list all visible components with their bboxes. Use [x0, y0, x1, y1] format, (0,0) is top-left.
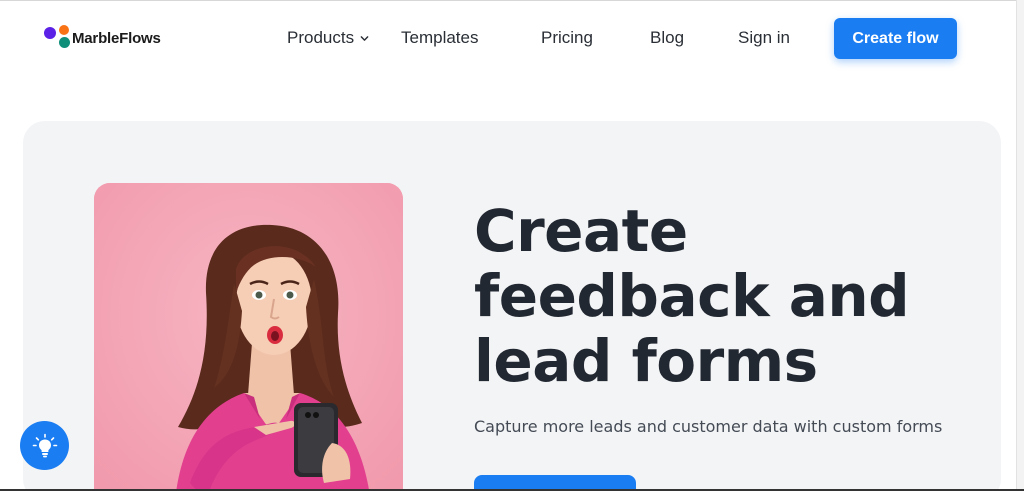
headline-line-2: feedback and [474, 262, 910, 330]
chevron-down-icon [360, 35, 369, 41]
window-scrollbar-track[interactable] [1016, 0, 1024, 491]
nav-sign-in[interactable]: Sign in [738, 28, 790, 48]
lightbulb-icon [32, 433, 57, 457]
nav-templates[interactable]: Templates [401, 28, 478, 48]
brand-name: MarbleFlows [72, 29, 161, 47]
hero-subheadline: Capture more leads and customer data wit… [474, 417, 943, 436]
create-flow-button[interactable]: Create flow [834, 18, 957, 59]
headline-line-1: Create [474, 197, 688, 265]
hero-section: Create feedback and lead forms Capture m… [23, 121, 1001, 491]
nav-blog[interactable]: Blog [650, 28, 684, 48]
site-header: MarbleFlows Products Templates Pricing B… [0, 0, 1016, 78]
hero-photo [94, 183, 403, 491]
brand-logo[interactable]: MarbleFlows [44, 25, 161, 51]
nav-products[interactable]: Products [287, 28, 369, 48]
logo-icon [44, 25, 72, 51]
nav-pricing[interactable]: Pricing [541, 28, 593, 48]
help-widget-button[interactable] [20, 421, 69, 470]
nav-products-label: Products [287, 28, 355, 47]
headline-line-3: lead forms [474, 327, 818, 395]
woman-pointing-at-phone-photo [94, 183, 403, 491]
hero-headline: Create feedback and lead forms [474, 199, 944, 394]
page: MarbleFlows Products Templates Pricing B… [0, 0, 1024, 491]
